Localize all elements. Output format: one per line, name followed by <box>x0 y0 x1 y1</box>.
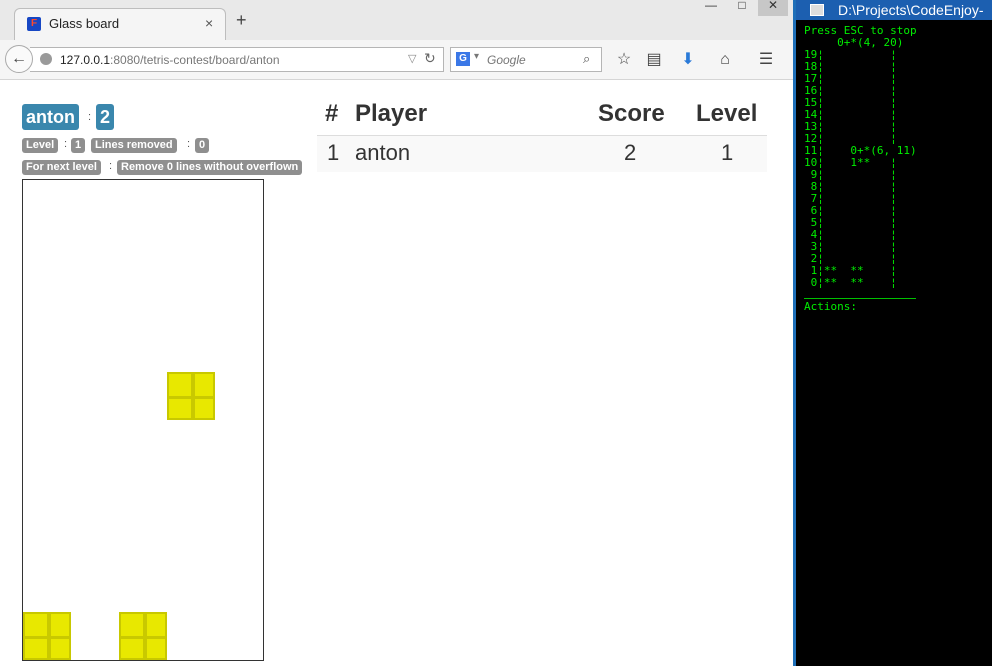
url-path: :8080/tetris-contest/board/anton <box>110 53 280 67</box>
lines-removed-label: Lines removed <box>91 138 177 153</box>
header-rank: # <box>325 100 339 127</box>
url-bar[interactable]: 127.0.0.1:8080/tetris-contest/board/anto… <box>30 47 444 72</box>
favicon-icon: F <box>27 17 41 31</box>
next-level-value: Remove 0 lines without overflown <box>117 160 303 175</box>
landed-o-piece <box>119 612 167 660</box>
level-value: 1 <box>71 138 86 153</box>
console-line: 0¦** ** ¦ <box>804 276 897 289</box>
tab-bar: F Glass board × + — □ ✕ <box>0 0 793 40</box>
glass-board <box>22 179 264 661</box>
search-input[interactable]: G ▾ Google ⌕ <box>450 47 602 72</box>
console-output: Press ESC to stop 0+*(4, 20) 19¦ ¦ 18¦ ¦ 17… <box>804 25 992 313</box>
page-content: anton : 2 Level : 1 Lines removed : 0 Fo… <box>0 80 793 666</box>
back-arrow-icon: ← <box>11 50 27 67</box>
cell-player: anton <box>355 140 411 165</box>
url-text: 127.0.0.1:8080/tetris-contest/board/anto… <box>60 53 280 67</box>
download-icon[interactable]: ⬇ <box>677 49 699 71</box>
next-level-label: For next level <box>22 160 101 175</box>
close-window-button[interactable]: ✕ <box>758 0 788 16</box>
tab-title: Glass board <box>49 16 120 31</box>
cell-level: 1 <box>721 140 734 165</box>
separator: : <box>88 111 92 123</box>
console-divider <box>804 298 916 299</box>
console-icon <box>810 4 824 16</box>
console-window: D:\Projects\CodeEnjoy- Press ESC to stop… <box>796 0 992 666</box>
tab-glass-board[interactable]: F Glass board × <box>14 8 226 40</box>
window-controls: — □ ✕ <box>694 0 793 18</box>
header-score: Score <box>598 100 665 127</box>
player-name-badge: anton <box>22 104 79 130</box>
console-title-bar: D:\Projects\CodeEnjoy- <box>796 0 992 20</box>
player-score-badge: 2 <box>96 104 115 130</box>
browser-window: F Glass board × + — □ ✕ 127.0.0.1:8080/t… <box>0 0 793 666</box>
url-dropdown-icon[interactable]: ▽ <box>408 52 416 65</box>
cell-score: 2 <box>624 140 637 165</box>
url-host: 127.0.0.1 <box>60 53 111 67</box>
navigation-toolbar: 127.0.0.1:8080/tetris-contest/board/anto… <box>0 40 793 80</box>
separator: : <box>64 138 68 150</box>
header-player: Player <box>355 100 428 127</box>
reading-list-icon[interactable]: ▤ <box>643 49 665 71</box>
globe-icon <box>40 53 52 65</box>
home-icon[interactable]: ⌂ <box>714 49 736 71</box>
maximize-button[interactable]: □ <box>727 0 757 16</box>
header-level: Level <box>696 100 758 127</box>
table-row: 1 anton 2 1 <box>317 136 767 172</box>
landed-o-piece <box>23 612 71 660</box>
reload-icon[interactable]: ↻ <box>424 50 436 67</box>
separator: : <box>109 160 113 172</box>
tab-close-icon[interactable]: × <box>205 15 213 31</box>
menu-icon[interactable]: ☰ <box>755 49 777 71</box>
console-title: D:\Projects\CodeEnjoy- <box>838 2 984 18</box>
back-button[interactable]: ← <box>5 45 33 73</box>
search-placeholder: Google <box>487 53 526 67</box>
bookmark-star-icon[interactable]: ☆ <box>613 49 635 71</box>
level-label: Level <box>22 138 59 153</box>
google-icon: G <box>456 52 470 66</box>
falling-o-piece <box>167 372 215 420</box>
lines-removed-value: 0 <box>195 138 210 153</box>
minimize-button[interactable]: — <box>696 0 726 16</box>
magnifier-icon[interactable]: ⌕ <box>583 51 590 67</box>
new-tab-button[interactable]: + <box>236 11 247 29</box>
cell-rank: 1 <box>327 140 340 165</box>
search-engine-dropdown-icon[interactable]: ▾ <box>474 51 479 62</box>
separator: : <box>187 138 191 150</box>
console-line: Actions: <box>804 300 857 313</box>
